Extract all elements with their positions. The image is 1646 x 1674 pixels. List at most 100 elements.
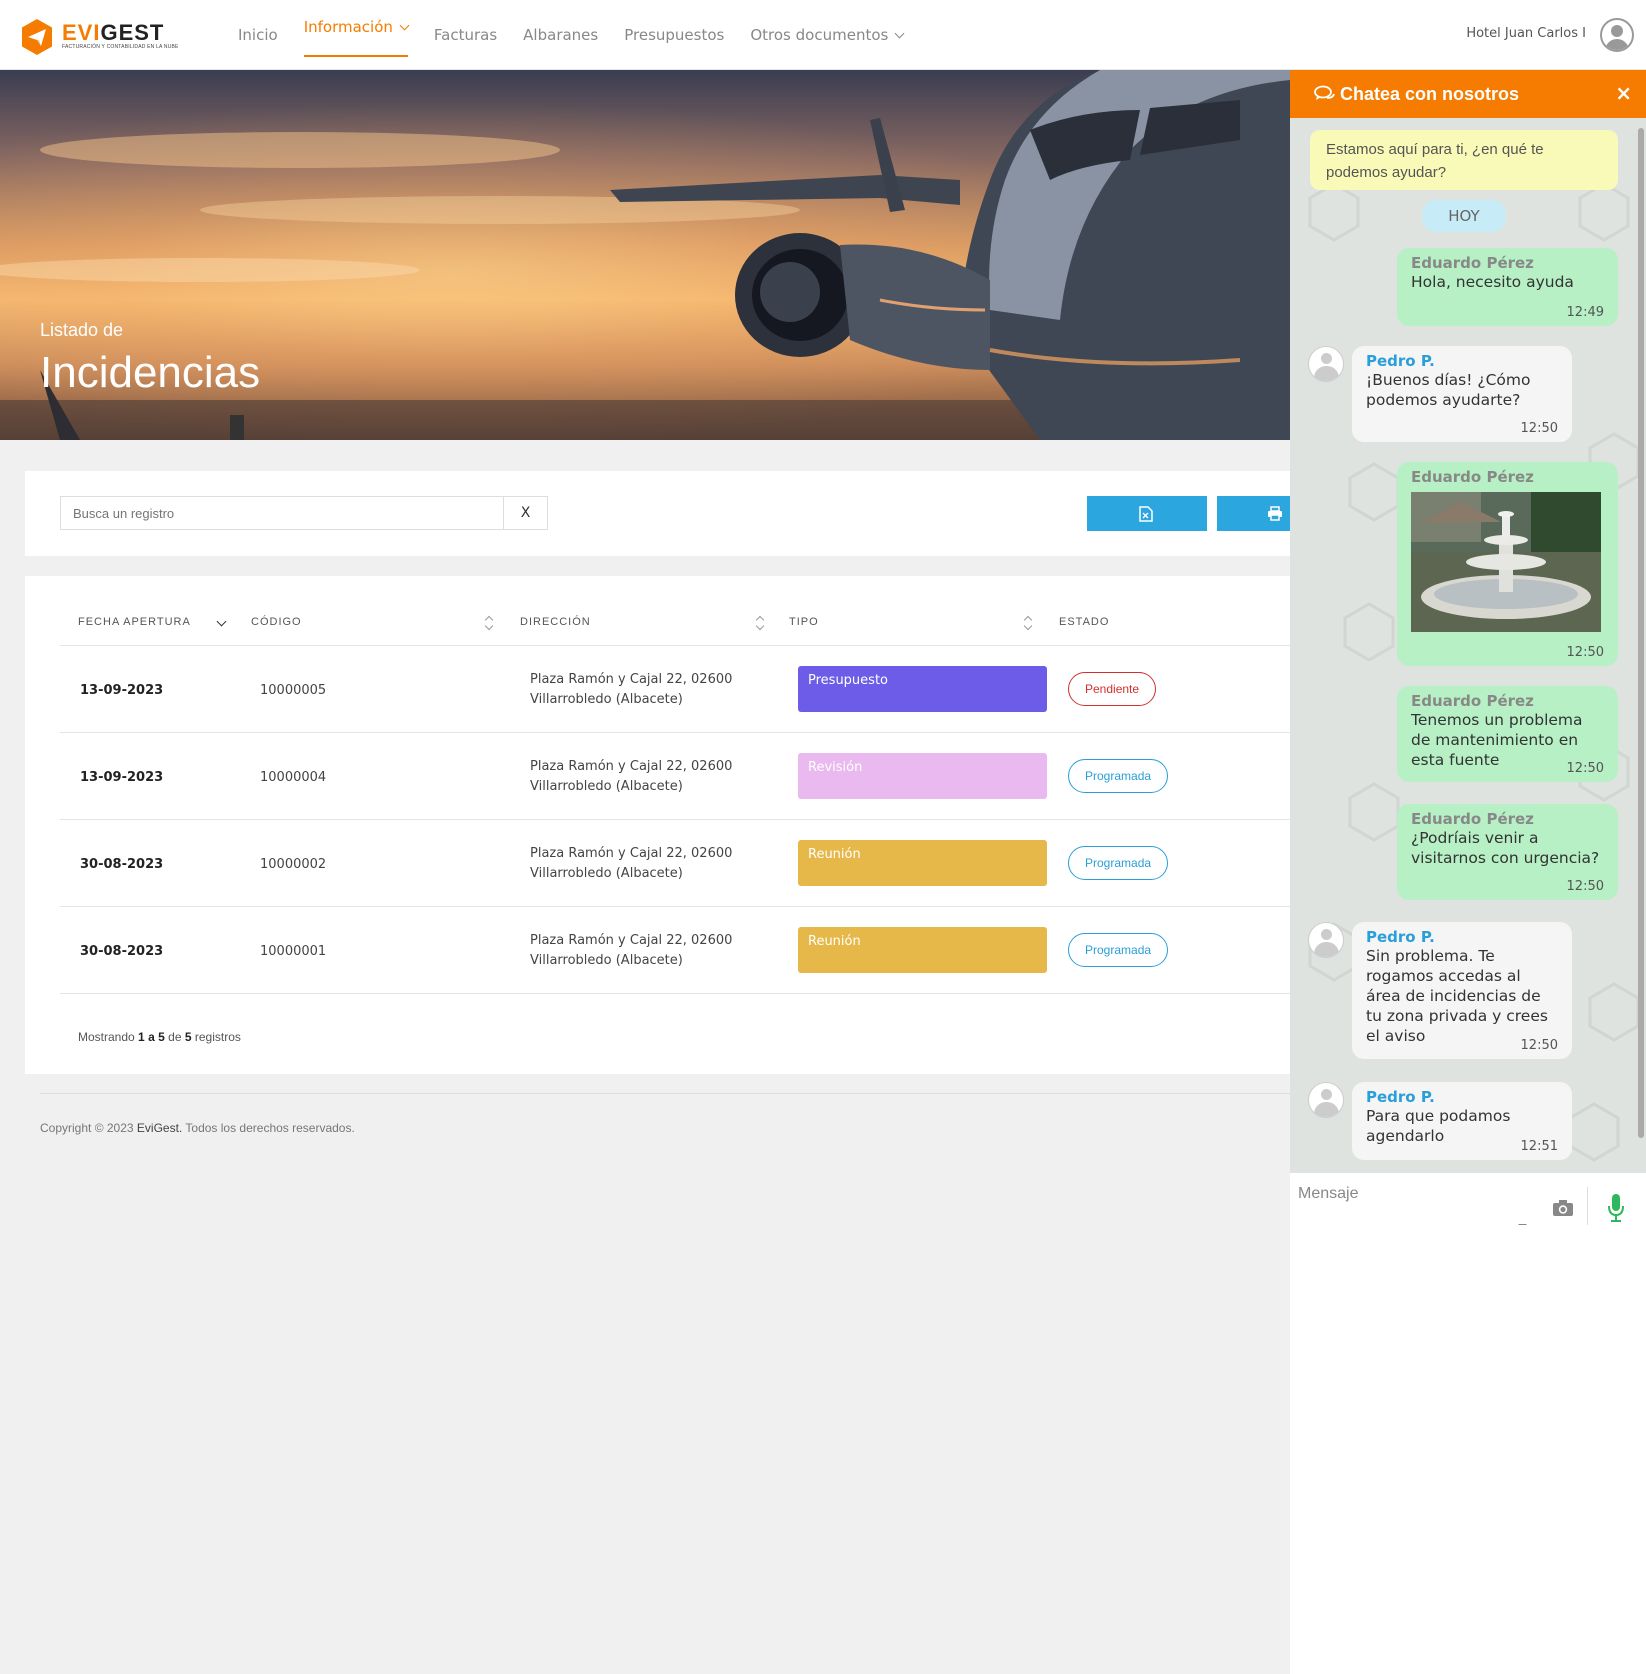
message-text: Sin problema. Te rogamos accedas al área… — [1366, 947, 1548, 1045]
copyright: Copyright © 2023 EviGest. Todos los dere… — [40, 1121, 355, 1135]
message-input[interactable]: Mensaje — [1298, 1185, 1358, 1203]
chat-header: Chatea con nosotros × — [1290, 70, 1646, 118]
hero-banner: Listado de Incidencias — [0, 70, 1290, 440]
resize-handle-icon[interactable] — [1518, 1217, 1534, 1225]
logo-paper-plane-icon — [22, 19, 52, 55]
agent-avatar-icon — [1308, 1082, 1344, 1118]
user-name[interactable]: Hotel Juan Carlos I — [1466, 26, 1586, 41]
chat-bubbles-icon — [1314, 85, 1335, 100]
nav-inicio[interactable]: Inicio — [238, 0, 278, 70]
search-input[interactable] — [60, 496, 504, 530]
row-codigo: 10000001 — [260, 944, 327, 959]
page-title: Incidencias — [40, 348, 261, 397]
tipo-badge: Presupuesto — [798, 666, 1047, 712]
header-direccion[interactable]: DIRECCIÓN — [520, 616, 591, 628]
user-avatar-icon[interactable] — [1600, 18, 1634, 52]
row-direccion: Plaza Ramón y Cajal 22, 02600 Villarrobl… — [530, 933, 733, 968]
chat-message: Eduardo Pérez Tenemos un problema de man… — [1397, 686, 1618, 782]
row-codigo: 10000005 — [260, 683, 327, 698]
header-tipo[interactable]: TIPO — [789, 616, 819, 628]
chat-message: Pedro P. Para que podamos agendarlo 12:5… — [1352, 1082, 1572, 1160]
row-fecha: 30-08-2023 — [80, 944, 164, 959]
sort-icon[interactable] — [755, 614, 765, 630]
tipo-badge: Reunión — [798, 840, 1047, 886]
row-direccion: Plaza Ramón y Cajal 22, 02600 Villarrobl… — [530, 846, 733, 881]
message-author: Eduardo Pérez — [1411, 254, 1534, 272]
print-icon — [1268, 506, 1282, 521]
excel-file-icon — [1139, 506, 1153, 522]
close-icon[interactable]: × — [1615, 81, 1632, 105]
sort-icon[interactable] — [484, 614, 494, 630]
message-author: Pedro P. — [1366, 352, 1435, 370]
table-row[interactable]: 13-09-2023 10000004 Plaza Ramón y Cajal … — [60, 733, 1290, 820]
tipo-badge: Revisión — [798, 753, 1047, 799]
chat-messages[interactable]: Estamos aquí para ti, ¿en qué te podemos… — [1290, 118, 1646, 1172]
message-time: 12:50 — [1520, 421, 1558, 436]
nav-facturas[interactable]: Facturas — [434, 0, 497, 70]
main-nav: Inicio Información Facturas Albaranes Pr… — [238, 0, 929, 70]
camera-icon[interactable] — [1552, 1199, 1574, 1217]
row-fecha: 30-08-2023 — [80, 857, 164, 872]
message-time: 12:49 — [1566, 305, 1604, 320]
status-badge: Programada — [1068, 933, 1169, 967]
print-button[interactable] — [1217, 496, 1290, 531]
table-row[interactable]: 30-08-2023 10000001 Plaza Ramón y Cajal … — [60, 907, 1290, 994]
chat-message-image[interactable]: Eduardo Pérez 12:50 — [1397, 462, 1618, 666]
nav-presupuestos[interactable]: Presupuestos — [624, 0, 724, 70]
message-author: Eduardo Pérez — [1411, 692, 1534, 710]
chat-message: Eduardo Pérez Hola, necesito ayuda 12:49 — [1397, 248, 1618, 326]
row-fecha: 13-09-2023 — [80, 770, 164, 785]
status-badge: Pendiente — [1068, 672, 1157, 706]
search-clear-button[interactable]: X — [503, 496, 548, 530]
message-time: 12:50 — [1566, 645, 1604, 660]
header-estado[interactable]: ESTADO — [1059, 616, 1109, 628]
header-fecha-apertura[interactable]: FECHA APERTURA — [78, 616, 191, 628]
message-author: Pedro P. — [1366, 928, 1435, 946]
sort-desc-icon[interactable] — [216, 616, 227, 627]
search-card: X — [25, 471, 1290, 556]
pagination-info: Mostrando 1 a 5 de 5 registros — [78, 1030, 241, 1044]
message-author: Eduardo Pérez — [1411, 810, 1534, 828]
message-text: ¡Buenos días! ¿Cómo podemos ayudarte? — [1366, 371, 1531, 409]
microphone-icon[interactable] — [1606, 1193, 1626, 1223]
tipo-badge: Reunión — [798, 927, 1047, 973]
table-row[interactable]: 13-09-2023 10000005 Plaza Ramón y Cajal … — [60, 646, 1290, 733]
incidencias-table: FECHA APERTURA CÓDIGO DIRECCIÓN TIPO EST… — [25, 576, 1290, 1074]
top-navbar: EVIGEST FACTURACIÓN Y CONTABILIDAD EN LA… — [0, 0, 1646, 70]
row-direccion: Plaza Ramón y Cajal 22, 02600 Villarrobl… — [530, 672, 733, 707]
nav-informacion[interactable]: Información — [303, 0, 410, 57]
chat-message: Eduardo Pérez ¿Podríais venir a visitarn… — [1397, 804, 1618, 900]
row-fecha: 13-09-2023 — [80, 683, 164, 698]
export-excel-button[interactable] — [1087, 496, 1207, 531]
evigest-logo[interactable]: EVIGEST FACTURACIÓN Y CONTABILIDAD EN LA… — [20, 18, 180, 56]
chevron-down-icon — [399, 20, 410, 31]
hero-subtitle: Listado de — [40, 320, 124, 340]
chat-day-label: HOY — [1422, 200, 1506, 232]
message-time: 12:51 — [1520, 1139, 1558, 1154]
logo-text: EVIGEST — [62, 20, 165, 45]
table-row[interactable]: 30-08-2023 10000002 Plaza Ramón y Cajal … — [60, 820, 1290, 907]
message-author: Pedro P. — [1366, 1088, 1435, 1106]
header-codigo[interactable]: CÓDIGO — [251, 616, 302, 628]
message-author: Eduardo Pérez — [1411, 468, 1534, 486]
row-codigo: 10000004 — [260, 770, 327, 785]
message-text: Hola, necesito ayuda — [1411, 273, 1574, 291]
chevron-down-icon — [894, 28, 905, 38]
sort-icon[interactable] — [1023, 614, 1033, 630]
agent-avatar-icon — [1308, 922, 1344, 958]
status-badge: Programada — [1068, 759, 1169, 793]
nav-albaranes[interactable]: Albaranes — [523, 0, 598, 70]
status-badge: Programada — [1068, 846, 1169, 880]
nav-otros-documentos[interactable]: Otros documentos — [750, 0, 905, 70]
logo-tagline: FACTURACIÓN Y CONTABILIDAD EN LA NUBE — [62, 44, 179, 50]
chat-message: Pedro P. ¡Buenos días! ¿Cómo podemos ayu… — [1352, 346, 1572, 442]
message-text: ¿Podríais venir a visitarnos con urgenci… — [1411, 829, 1600, 867]
chat-panel: Chatea con nosotros × Estamos aquí para … — [1290, 70, 1646, 1674]
row-direccion: Plaza Ramón y Cajal 22, 02600 Villarrobl… — [530, 759, 733, 794]
chat-title: Chatea con nosotros — [1340, 84, 1520, 104]
fountain-photo[interactable] — [1411, 492, 1601, 632]
message-time: 12:50 — [1566, 879, 1604, 894]
row-codigo: 10000002 — [260, 857, 327, 872]
chat-scrollbar[interactable] — [1638, 128, 1644, 1138]
chat-welcome-banner: Estamos aquí para ti, ¿en qué te podemos… — [1310, 130, 1618, 190]
